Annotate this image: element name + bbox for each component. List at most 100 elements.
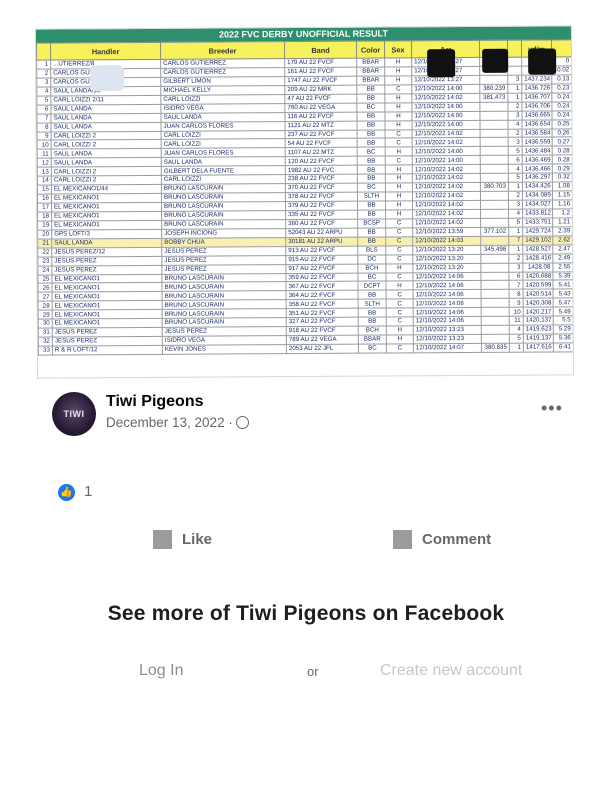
- table-cell: 12/10/2022 14:00: [411, 102, 480, 112]
- page-name[interactable]: Tiwi Pigeons: [106, 393, 204, 411]
- table-cell: [481, 334, 510, 344]
- table-cell: 364 AU 22 FVCF: [286, 290, 359, 300]
- login-link[interactable]: Log In: [139, 662, 183, 680]
- table-cell: 2.49: [552, 253, 573, 263]
- table-cell: 760 AU 22 VEGA: [284, 102, 357, 113]
- table-cell: 2: [508, 253, 523, 263]
- table-cell: 8: [509, 289, 524, 299]
- table-cell: 0.23: [551, 83, 572, 93]
- table-cell: 2.39: [552, 226, 573, 236]
- table-cell: [479, 110, 509, 120]
- table-cell: 1747 AU 22 FVCF: [284, 76, 357, 86]
- redaction-box: [482, 48, 509, 73]
- table-cell: 12/10/2022 13:20: [412, 254, 481, 264]
- table-cell: 1436.484: [522, 146, 553, 156]
- table-cell: [480, 128, 509, 138]
- table-cell: 5: [508, 173, 523, 183]
- comment-button[interactable]: Comment: [393, 530, 491, 549]
- table-cell: BB: [357, 120, 386, 130]
- table-cell: 18: [37, 211, 52, 222]
- like-count[interactable]: 1: [84, 483, 92, 500]
- more-options-button[interactable]: •••: [541, 398, 563, 419]
- table-cell: H: [384, 111, 413, 121]
- table-cell: 0.13: [551, 74, 572, 84]
- create-account-link[interactable]: Create new account: [380, 662, 522, 680]
- table-cell: [480, 137, 509, 147]
- column-header: Breeder: [160, 41, 285, 60]
- table-cell: 0.28: [552, 155, 573, 165]
- table-cell: 120 AU 22 FVCF: [285, 156, 358, 166]
- table-cell: 370 AU 22 FVCF: [285, 183, 358, 193]
- post-date[interactable]: December 13, 2022 ·: [106, 415, 249, 430]
- table-cell: 3: [507, 75, 522, 85]
- table-cell: H: [385, 281, 414, 291]
- table-cell: 1429.724: [522, 226, 553, 236]
- like-button[interactable]: Like: [153, 530, 212, 549]
- table-cell: H: [384, 66, 412, 76]
- table-cell: 10: [37, 140, 52, 150]
- table-cell: BB: [356, 93, 385, 103]
- table-cell: 238 AU 22 FVCF: [285, 174, 358, 184]
- table-cell: C: [385, 218, 413, 228]
- table-cell: 1429.102: [522, 235, 553, 245]
- table-cell: 0.24: [551, 101, 572, 111]
- table-cell: [481, 316, 510, 326]
- table-cell: BB: [357, 165, 386, 175]
- table-cell: 12/10/2022 14:02: [412, 218, 481, 228]
- redaction-box: [427, 49, 456, 78]
- table-cell: 1428.527: [522, 244, 553, 254]
- table-cell: 12/10/2022 13:23: [413, 325, 482, 335]
- table-cell: [480, 200, 509, 210]
- table-cell: BB: [357, 201, 386, 211]
- table-cell: 789 AU 22 VEGA: [286, 335, 359, 345]
- table-cell: H: [385, 147, 413, 157]
- table-cell: C: [385, 156, 413, 166]
- table-cell: 12/10/2022 14:00: [411, 111, 481, 121]
- table-cell: [507, 66, 522, 76]
- table-cell: 209 AU 22 MRK: [284, 84, 357, 95]
- table-cell: 12/10/2022 14:06: [413, 298, 482, 309]
- table-cell: 7: [508, 280, 524, 290]
- table-cell: H: [385, 174, 413, 184]
- page-avatar[interactable]: TIWI: [52, 392, 96, 436]
- table-cell: C: [385, 138, 413, 148]
- table-cell: 12/10/2022 14:06: [413, 307, 482, 318]
- table-cell: 1420.514: [523, 289, 554, 299]
- table-cell: BB: [356, 111, 386, 121]
- table-cell: 12/10/2022 14:06: [413, 316, 482, 326]
- table-cell: 12/10/2022 14:02: [412, 164, 481, 175]
- table-cell: 379 AU 22 FVCF: [285, 201, 358, 211]
- table-cell: H: [384, 102, 412, 112]
- table-cell: 380.239: [479, 84, 508, 94]
- table-cell: [480, 218, 509, 228]
- table-cell: 345.498: [480, 244, 509, 255]
- table-cell: 5.47: [553, 298, 574, 308]
- table-cell: 14: [37, 176, 52, 186]
- table-cell: H: [385, 200, 413, 210]
- table-cell: 5: [508, 218, 523, 228]
- like-icon: [153, 530, 172, 549]
- table-cell: 12/10/2022 14:02: [412, 137, 481, 148]
- table-cell: BB: [357, 156, 386, 166]
- table-cell: 237 AU 22 FVCF: [285, 129, 358, 140]
- table-cell: 1420.137: [523, 316, 554, 326]
- table-cell: 1436.466: [522, 164, 553, 174]
- like-reaction-icon[interactable]: 👍: [58, 484, 75, 501]
- table-cell: 15: [37, 185, 52, 195]
- table-cell: 11: [509, 316, 524, 326]
- table-cell: 1107 AU 22 MTZ: [285, 147, 358, 157]
- results-photo: 2022 FVC DERBY UNOFFICIAL RESULT Handler…: [35, 26, 574, 378]
- table-cell: 380.835: [481, 343, 510, 353]
- table-cell: 28: [38, 301, 53, 311]
- table-cell: [480, 119, 509, 129]
- table-cell: 30181 AU 22 ARPU: [285, 236, 358, 247]
- table-cell: H: [385, 165, 413, 175]
- table-cell: BB: [357, 129, 386, 139]
- table-cell: [480, 236, 509, 246]
- table-cell: H: [385, 209, 413, 219]
- table-cell: 1437.234: [521, 74, 552, 84]
- globe-icon: [235, 416, 249, 429]
- table-cell: 5.36: [553, 333, 574, 343]
- table-cell: 12/10/2022 14:02: [412, 200, 481, 210]
- table-cell: 20: [37, 229, 52, 239]
